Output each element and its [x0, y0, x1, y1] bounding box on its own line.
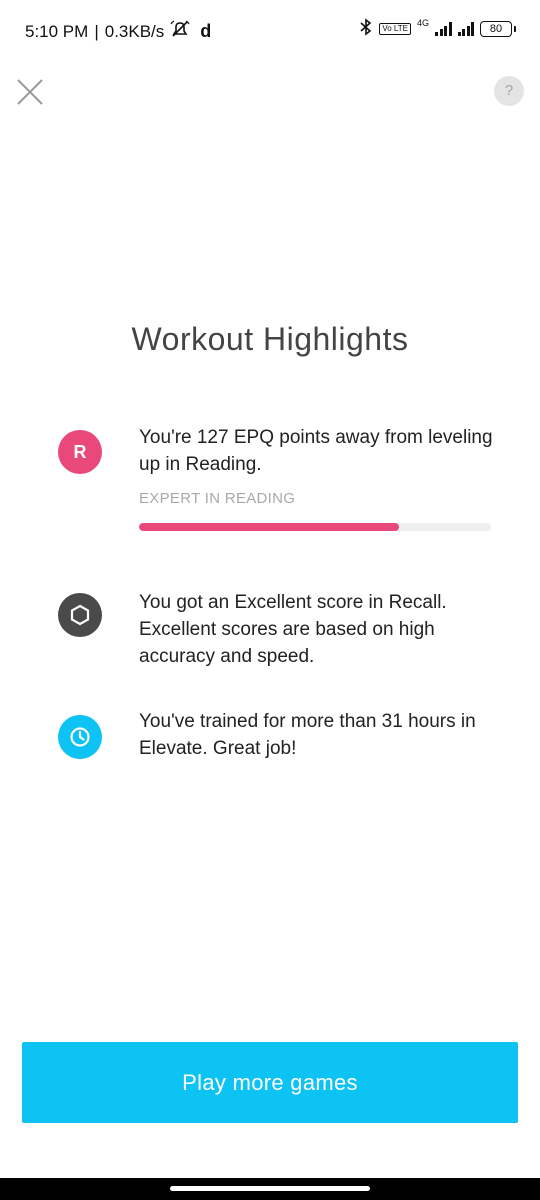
hexagon-icon — [58, 593, 102, 637]
reading-progress-bar — [139, 523, 491, 531]
reading-progress-fill — [139, 523, 400, 531]
close-icon — [17, 79, 43, 105]
status-speed: 0.3KB/s — [104, 21, 165, 41]
help-button[interactable]: ? — [494, 76, 524, 106]
home-gesture-handle[interactable] — [170, 1186, 370, 1191]
play-more-games-button[interactable]: Play more games — [22, 1042, 518, 1123]
page-title: Workout Highlights — [131, 321, 409, 358]
volte-icon: Vo LTE — [379, 22, 411, 35]
close-button[interactable] — [14, 76, 46, 108]
bluetooth-icon — [359, 18, 373, 39]
network-type-label: 4G — [416, 17, 429, 28]
battery-icon: 80 — [480, 20, 516, 37]
status-time: 5:10 PM — [25, 21, 89, 41]
clock-icon — [58, 715, 102, 759]
reading-badge-icon: R — [58, 430, 102, 474]
status-bar: 5:10 PM | 0.3KB/s d Vo LTE 4G 80 — [0, 0, 540, 60]
navigation-bar — [0, 1178, 540, 1200]
highlight-sublabel: EXPERT IN READING — [139, 490, 296, 507]
highlight-text: You got an Excellent score in Recall. Ex… — [139, 592, 447, 667]
muted-alarm-icon — [170, 20, 190, 43]
signal-icon — [435, 21, 452, 36]
app-notification-icon: d — [200, 21, 212, 41]
status-right: Vo LTE 4G 80 — [359, 17, 516, 39]
signal-icon — [457, 21, 474, 36]
status-left: 5:10 PM | 0.3KB/s d — [25, 20, 211, 43]
status-separator: | — [94, 21, 99, 41]
highlight-text: You've trained for more than 31 hours in… — [139, 711, 476, 759]
highlight-text: You're 127 EPQ points away from leveling… — [139, 427, 493, 475]
